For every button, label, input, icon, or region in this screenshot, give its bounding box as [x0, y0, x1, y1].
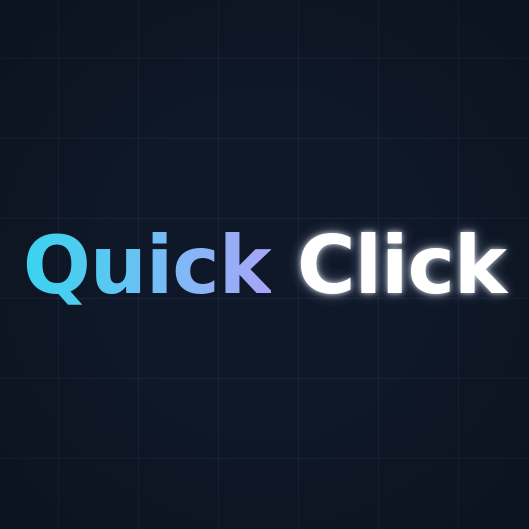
logo-word-click: Click — [296, 219, 507, 312]
logo-word-quick: Quick — [22, 219, 272, 312]
app-logo: Quick Click — [0, 218, 529, 314]
splash-canvas: Quick Click — [0, 0, 529, 529]
